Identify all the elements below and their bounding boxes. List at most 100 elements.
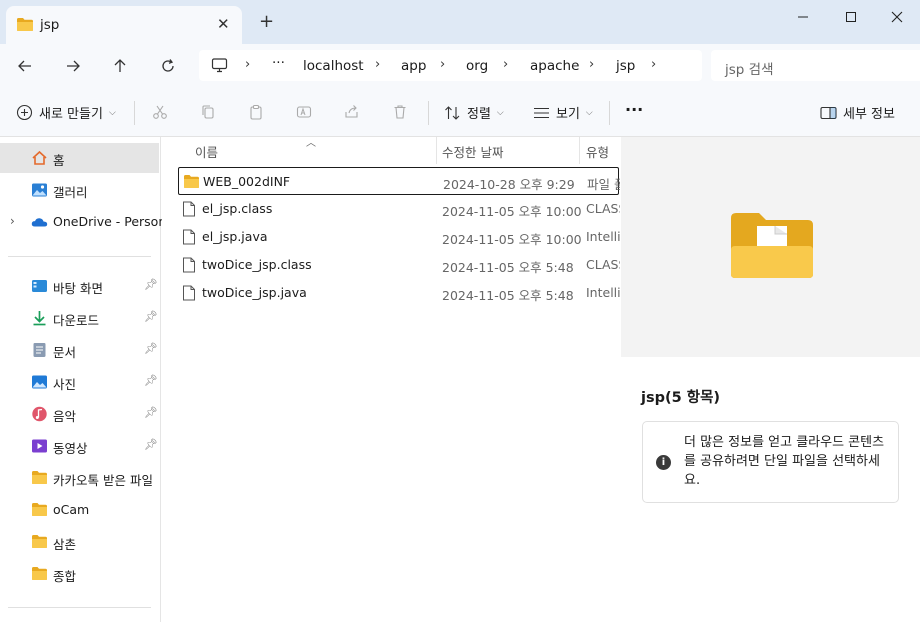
maximize-button[interactable] xyxy=(838,6,864,28)
refresh-button[interactable] xyxy=(157,55,179,77)
breadcrumb-chevron-icon[interactable]: › xyxy=(245,57,250,72)
breadcrumb-item[interactable]: apache xyxy=(530,58,579,74)
breadcrumb-item[interactable]: localhost xyxy=(303,58,364,74)
up-arrow-icon xyxy=(114,59,126,72)
delete-button[interactable] xyxy=(391,103,409,121)
title-bar: jsp ✕ + xyxy=(0,0,920,44)
sidebar-item-kakaotalk[interactable]: 카카오톡 받은 파일 xyxy=(0,463,160,493)
file-modified: 2024-11-05 오후 5:48 xyxy=(442,260,574,275)
file-row[interactable]: twoDice_jsp.java 2024-11-05 오후 5:48 Inte… xyxy=(178,279,620,307)
breadcrumb-chevron-icon[interactable]: › xyxy=(375,57,380,72)
column-header-name[interactable]: 이름 xyxy=(195,142,218,161)
breadcrumb-item[interactable]: app xyxy=(401,58,426,74)
copy-button[interactable] xyxy=(199,103,217,121)
sidebar-item-jonghap[interactable]: 종합 xyxy=(0,559,160,589)
view-button[interactable]: 보기 ⌵ xyxy=(533,103,593,122)
back-button[interactable] xyxy=(14,55,36,77)
file-row[interactable]: el_jsp.java 2024-11-05 오후 10:00 IntelliJ xyxy=(178,223,620,251)
sidebar-item-downloads[interactable]: 다운로드 📌︎ xyxy=(0,303,160,333)
file-row[interactable]: el_jsp.class 2024-11-05 오후 10:00 CLASS xyxy=(178,195,620,223)
maximize-icon xyxy=(846,12,856,22)
file-name: el_jsp.class xyxy=(202,201,273,216)
file-row[interactable]: WEB_002dINF 2024-10-28 오후 9:29 파일 폴더 xyxy=(178,167,620,195)
folder-icon xyxy=(31,566,48,582)
sidebar-item-label: 카카오톡 받은 파일 xyxy=(53,473,153,488)
clipboard-icon xyxy=(250,104,262,120)
sidebar-item-music[interactable]: 음악 📌︎ xyxy=(0,399,160,429)
pin-icon[interactable]: 📌︎ xyxy=(144,342,158,355)
folder-icon xyxy=(183,174,199,190)
close-window-button[interactable] xyxy=(884,6,910,28)
file-icon xyxy=(182,257,198,273)
sidebar-item-pictures[interactable]: 사진 📌︎ xyxy=(0,367,160,397)
folder-icon xyxy=(31,534,48,550)
pin-icon[interactable]: 📌︎ xyxy=(144,310,158,323)
address-bar[interactable]: › ··· localhost › app › org › apache › j… xyxy=(199,50,702,81)
breadcrumb-chevron-icon[interactable]: › xyxy=(651,57,656,72)
sidebar-item-samchon[interactable]: 삼촌 xyxy=(0,527,160,557)
large-folder-icon xyxy=(729,210,815,283)
plus-circle-icon xyxy=(16,104,33,121)
more-options-button[interactable]: ··· xyxy=(625,100,643,119)
command-bar: 새로 만들기 ⌵ 정렬 ⌵ 보기 ⌵ ··· 세부 정보 xyxy=(0,88,920,137)
rename-icon xyxy=(296,106,312,118)
search-input[interactable]: jsp 검색 xyxy=(725,58,774,78)
column-header-modified[interactable]: 수정한 날짜 xyxy=(442,142,503,161)
computer-icon[interactable] xyxy=(211,58,228,76)
sidebar-item-desktop[interactable]: 바탕 화면 📌︎ xyxy=(0,271,160,301)
documents-icon xyxy=(31,342,48,358)
pin-icon[interactable]: 📌︎ xyxy=(144,406,158,419)
file-list: ︿ 이름 수정한 날짜 유형 WEB_002dINF 2024-10-28 오후… xyxy=(162,137,620,622)
pin-icon[interactable]: 📌︎ xyxy=(144,278,158,291)
tab-jsp[interactable]: jsp ✕ xyxy=(6,6,242,44)
breadcrumb-overflow[interactable]: ··· xyxy=(272,55,285,71)
share-button[interactable] xyxy=(343,103,361,121)
column-header-type[interactable]: 유형 xyxy=(586,142,609,161)
file-row[interactable]: twoDice_jsp.class 2024-11-05 오후 5:48 CLA… xyxy=(178,251,620,279)
sidebar-item-documents[interactable]: 문서 📌︎ xyxy=(0,335,160,365)
pictures-icon xyxy=(31,374,48,390)
minimize-button[interactable] xyxy=(790,6,816,28)
column-divider[interactable] xyxy=(579,137,580,164)
sidebar-item-label: 종합 xyxy=(53,569,77,584)
breadcrumb-chevron-icon[interactable]: › xyxy=(589,57,594,72)
close-tab-icon[interactable]: ✕ xyxy=(217,15,230,33)
new-tab-button[interactable]: + xyxy=(259,13,274,31)
sidebar-item-home[interactable]: 홈 xyxy=(0,143,159,173)
forward-button[interactable] xyxy=(62,55,84,77)
file-name: el_jsp.java xyxy=(202,229,268,244)
sort-button[interactable]: 정렬 ⌵ xyxy=(444,103,504,122)
cut-button[interactable] xyxy=(151,103,169,121)
sidebar-item-onedrive[interactable]: › OneDrive - Personal xyxy=(0,207,177,237)
breadcrumb-chevron-icon[interactable]: › xyxy=(503,57,508,72)
expand-chevron-icon[interactable]: › xyxy=(10,214,15,228)
file-modified: 2024-11-05 오후 10:00 xyxy=(442,204,582,219)
file-name: twoDice_jsp.class xyxy=(202,257,312,272)
sidebar-item-ocam[interactable]: oCam xyxy=(0,495,160,525)
sidebar-item-gallery[interactable]: 갤러리 xyxy=(0,175,160,205)
tab-title: jsp xyxy=(40,17,60,33)
file-icon xyxy=(182,201,198,217)
scissors-icon xyxy=(153,105,167,119)
chevron-down-icon: ⌵ xyxy=(108,107,116,118)
pin-icon[interactable]: 📌︎ xyxy=(144,374,158,387)
up-button[interactable] xyxy=(109,55,131,77)
refresh-icon xyxy=(162,59,174,72)
rename-button[interactable] xyxy=(295,103,313,121)
chevron-down-icon: ⌵ xyxy=(585,107,593,118)
new-button[interactable]: 새로 만들기 ⌵ xyxy=(16,103,116,122)
paste-button[interactable] xyxy=(247,103,265,121)
pin-icon[interactable]: 📌︎ xyxy=(144,438,158,451)
folder-icon xyxy=(31,470,48,486)
column-divider[interactable] xyxy=(436,137,437,164)
details-pane-button[interactable]: 세부 정보 xyxy=(820,103,895,122)
back-arrow-icon xyxy=(18,60,31,72)
breadcrumb-item[interactable]: jsp xyxy=(616,58,635,74)
sidebar-item-videos[interactable]: 동영상 📌︎ xyxy=(0,431,160,461)
sidebar-item-label: 다운로드 xyxy=(53,313,100,328)
sidebar-item-label: 홈 xyxy=(53,153,65,168)
breadcrumb-item[interactable]: org xyxy=(466,58,488,74)
breadcrumb-chevron-icon[interactable]: › xyxy=(440,57,445,72)
search-box[interactable]: jsp 검색 xyxy=(711,50,920,81)
file-name: WEB_002dINF xyxy=(203,174,291,189)
